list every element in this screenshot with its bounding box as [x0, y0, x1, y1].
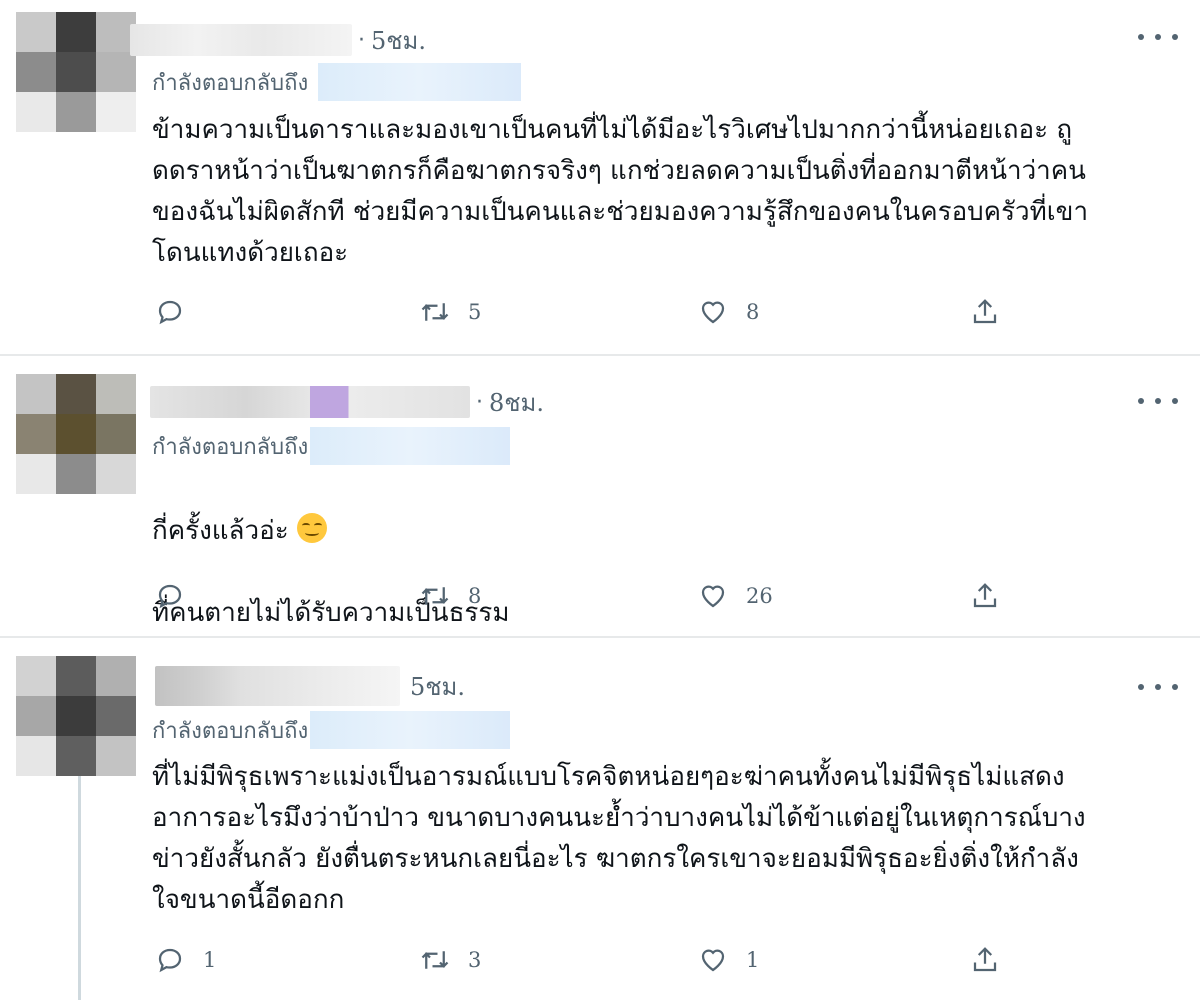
tweet-3[interactable]: 5ชม. กำลังตอบกลับถึง ที่ไม่มีพิรุธเพราะแ… — [0, 638, 1200, 1000]
more-icon[interactable] — [1138, 677, 1178, 697]
reply-button[interactable]: 1 — [155, 940, 216, 980]
replying-to-label: กำลังตอบกลับถึง — [152, 434, 309, 460]
reply-icon — [158, 584, 182, 609]
replying-to-label: กำลังตอบกลับถึง — [152, 718, 309, 744]
tweet-actions: 1 3 1 — [155, 940, 1035, 980]
like-count: 8 — [746, 300, 760, 324]
more-icon[interactable] — [1138, 27, 1178, 47]
replying-to: กำลังตอบกลับถึง — [152, 62, 522, 102]
blurred-reply-handle[interactable] — [310, 427, 511, 465]
retweet-icon — [421, 587, 449, 605]
replying-to: กำลังตอบกลับถึง — [152, 710, 511, 750]
share-icon — [973, 583, 997, 608]
retweet-button[interactable]: 3 — [420, 940, 481, 980]
tweet-time[interactable]: 5ชม. — [371, 21, 426, 60]
heart-icon — [701, 949, 725, 972]
retweet-count: 5 — [468, 300, 482, 324]
tweet-text-line-1: กี่ครั้งแล้วอ่ะ — [152, 516, 289, 546]
retweet-count: 3 — [468, 948, 482, 972]
avatar[interactable] — [16, 374, 136, 494]
retweet-button[interactable]: 5 — [420, 292, 481, 332]
retweet-icon — [421, 303, 449, 321]
share-icon — [973, 947, 997, 972]
blurred-reply-handle[interactable] — [318, 63, 522, 101]
thread-line — [78, 776, 81, 1000]
reply-button[interactable] — [155, 576, 203, 616]
avatar[interactable] — [16, 12, 136, 132]
tweet-actions: 5 8 — [155, 292, 1035, 332]
reply-button[interactable] — [155, 292, 203, 332]
separator-dot: · — [358, 27, 365, 53]
tweet-1[interactable]: · 5ชม. กำลังตอบกลับถึง ข้ามความเป็นดาราแ… — [0, 0, 1200, 356]
avatar[interactable] — [16, 656, 136, 776]
reply-icon — [158, 948, 182, 973]
retweet-count: 8 — [468, 584, 482, 608]
tweet-2[interactable]: · 8ชม. กำลังตอบกลับถึง กี่ครั้งแล้วอ่ะ ท… — [0, 356, 1200, 638]
separator-dot: · — [476, 389, 483, 415]
like-button[interactable]: 8 — [698, 292, 759, 332]
share-icon — [973, 299, 997, 324]
tweet-header: 5ชม. — [155, 666, 465, 706]
like-count: 26 — [746, 584, 773, 608]
tweet-actions: 8 26 — [155, 576, 1035, 616]
tweet-time[interactable]: 5ชม. — [410, 667, 465, 706]
like-button[interactable]: 1 — [698, 940, 759, 980]
replying-to: กำลังตอบกลับถึง — [152, 426, 511, 466]
tweet-text: ข้ามความเป็นดาราและมองเขาเป็นคนที่ไม่ได้… — [152, 115, 1089, 268]
heart-icon — [701, 301, 725, 324]
more-icon[interactable] — [1138, 391, 1178, 411]
share-button[interactable] — [970, 292, 1000, 332]
reply-icon — [158, 300, 182, 325]
retweet-button[interactable]: 8 — [420, 576, 481, 616]
tweet-text: ที่ไม่มีพิรุธเพราะแม่งเป็นอารมณ์แบบโรคจิ… — [152, 762, 1086, 915]
share-button[interactable] — [970, 940, 1000, 980]
blurred-display-name — [130, 24, 352, 56]
reply-count: 1 — [203, 948, 217, 972]
tweet-time[interactable]: 8ชม. — [489, 383, 544, 422]
tweet-header: · 5ชม. — [130, 22, 426, 58]
smirk-emoji-icon — [296, 513, 327, 543]
like-count: 1 — [746, 948, 760, 972]
share-button[interactable] — [970, 576, 1000, 616]
replying-to-label: กำลังตอบกลับถึง — [152, 70, 309, 96]
heart-icon — [701, 585, 725, 608]
like-button[interactable]: 26 — [698, 576, 773, 616]
tweet-header: · 8ชม. — [150, 384, 544, 420]
blurred-reply-handle[interactable] — [310, 711, 511, 749]
blurred-display-name — [150, 386, 470, 418]
retweet-icon — [421, 951, 449, 969]
blurred-display-name — [155, 666, 400, 706]
